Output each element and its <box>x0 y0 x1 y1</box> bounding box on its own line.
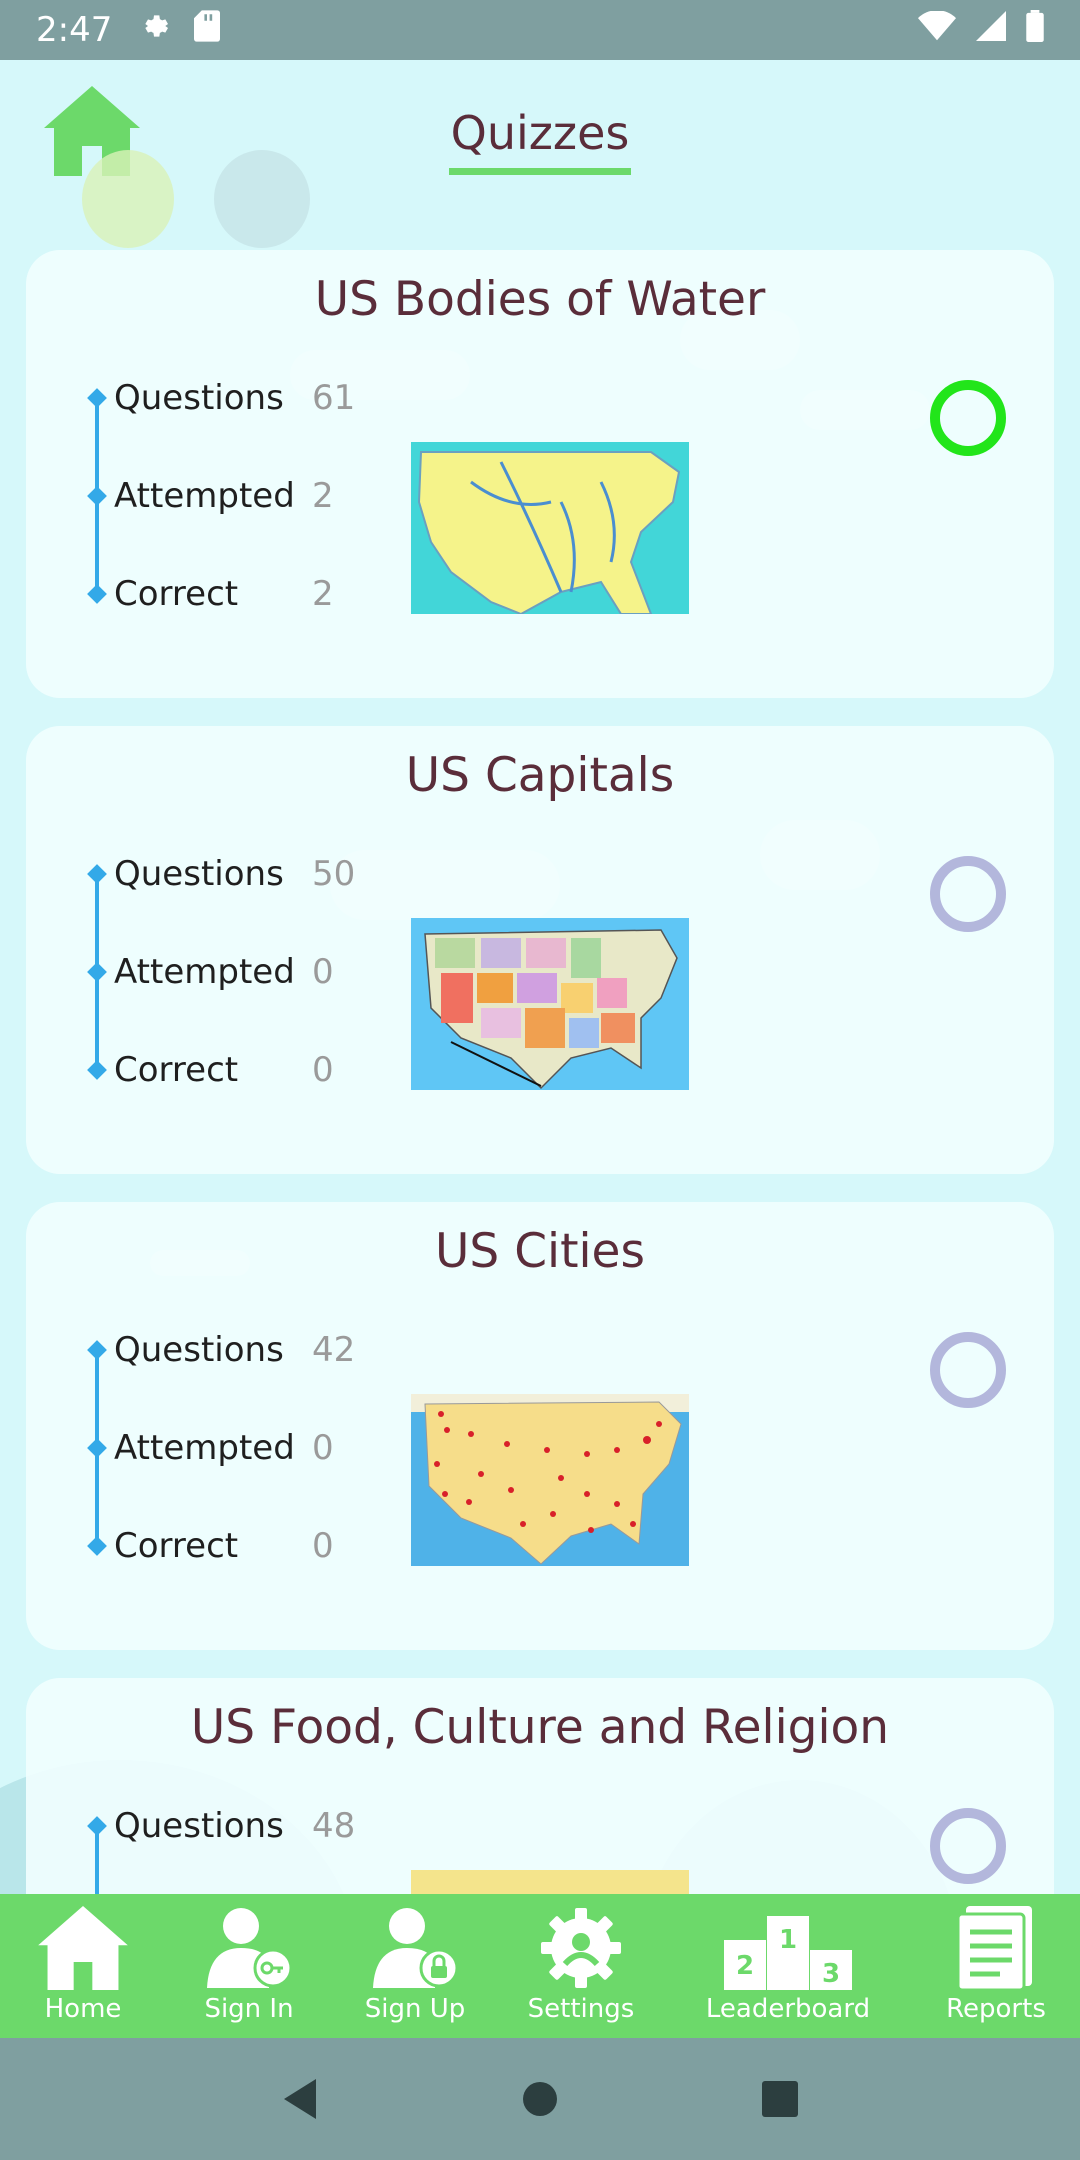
bottom-nav: Home Sign In Sign Up Settings 2 1 3 Lead… <box>0 1894 1080 2038</box>
correct-label: Correct <box>114 1526 239 1566</box>
recents-icon[interactable] <box>760 2079 800 2119</box>
quiz-title: US Cities <box>435 1224 645 1279</box>
status-bar: 2:47 <box>0 0 1080 60</box>
quiz-select-radio[interactable] <box>930 380 1006 456</box>
nav-reports[interactable]: Reports <box>912 1894 1080 2038</box>
quiz-card-bodies-of-water[interactable]: US Bodies of Water Questions 61 Attempte… <box>26 250 1054 698</box>
quiz-card-cities[interactable]: US Cities Questions 42 Attempted 0 Corre… <box>26 1202 1054 1650</box>
page-title: Quizzes <box>0 106 1080 175</box>
quiz-stats: Questions 61 Attempted 2 Correct 2 <box>87 378 408 614</box>
back-icon[interactable] <box>280 2077 320 2121</box>
nav-home[interactable]: Home <box>0 1894 166 2038</box>
status-time: 2:47 <box>36 10 113 50</box>
attempted-label: Attempted <box>114 476 295 516</box>
svg-text:2: 2 <box>736 1951 754 1981</box>
sd-card-icon <box>194 10 221 50</box>
us-states-map-image <box>411 918 689 1090</box>
attempted-count: 0 <box>312 1428 334 1468</box>
quiz-select-radio[interactable] <box>930 1808 1006 1884</box>
wifi-icon <box>918 10 956 50</box>
nav-sign-up[interactable]: Sign Up <box>332 1894 498 2038</box>
quiz-title: US Bodies of Water <box>314 272 766 327</box>
nav-label: Home <box>44 1994 122 2024</box>
nav-label: Leaderboard <box>705 1994 871 2024</box>
questions-label: Questions <box>114 854 284 894</box>
questions-label: Questions <box>114 1330 284 1370</box>
us-rivers-map-image <box>411 442 689 614</box>
quiz-title: US Food, Culture and Religion <box>190 1700 890 1755</box>
questions-count: 48 <box>312 1806 356 1846</box>
questions-count: 42 <box>312 1330 356 1370</box>
correct-count: 2 <box>312 574 334 614</box>
correct-label: Correct <box>114 1050 239 1090</box>
home-icon <box>38 1906 128 1990</box>
sign-up-icon <box>373 1908 459 1988</box>
correct-count: 0 <box>312 1526 334 1566</box>
attempted-count: 0 <box>312 952 334 992</box>
home-circle-icon[interactable] <box>520 2079 560 2119</box>
reports-icon <box>956 1906 1032 1990</box>
quiz-card-capitals[interactable]: US Capitals Questions 50 Attempted 0 Cor… <box>26 726 1054 1174</box>
quiz-select-radio[interactable] <box>930 1332 1006 1408</box>
leaderboard-icon: 2 1 3 <box>724 1916 852 1990</box>
questions-label: Questions <box>114 378 284 418</box>
nav-label: Sign In <box>204 1994 294 2024</box>
signal-icon <box>976 10 1006 50</box>
settings-icon <box>541 1908 621 1988</box>
attempted-count: 2 <box>312 476 334 516</box>
system-nav-bar <box>0 2038 1080 2160</box>
settings-icon <box>140 10 172 50</box>
nav-label: Settings <box>527 1994 635 2024</box>
us-cities-map-image <box>411 1394 689 1566</box>
nav-leaderboard[interactable]: 2 1 3 Leaderboard <box>664 1894 912 2038</box>
nav-label: Reports <box>946 1994 1046 2024</box>
quiz-title: US Capitals <box>405 748 675 803</box>
svg-text:1: 1 <box>779 1925 797 1955</box>
attempted-label: Attempted <box>114 1428 295 1468</box>
questions-count: 61 <box>312 378 356 418</box>
questions-label: Questions <box>114 1806 284 1846</box>
nav-sign-in[interactable]: Sign In <box>166 1894 332 2038</box>
attempted-label: Attempted <box>114 952 295 992</box>
sign-in-icon <box>207 1908 293 1988</box>
quiz-stats: Questions 50 Attempted 0 Correct 0 <box>87 854 408 1090</box>
quiz-stats: Questions 42 Attempted 0 Correct 0 <box>87 1330 408 1566</box>
questions-count: 50 <box>312 854 356 894</box>
nav-label: Sign Up <box>364 1994 466 2024</box>
correct-label: Correct <box>114 574 239 614</box>
battery-icon <box>1026 9 1044 51</box>
svg-text:3: 3 <box>822 1959 840 1989</box>
quiz-select-radio[interactable] <box>930 856 1006 932</box>
correct-count: 0 <box>312 1050 334 1090</box>
nav-settings[interactable]: Settings <box>498 1894 664 2038</box>
